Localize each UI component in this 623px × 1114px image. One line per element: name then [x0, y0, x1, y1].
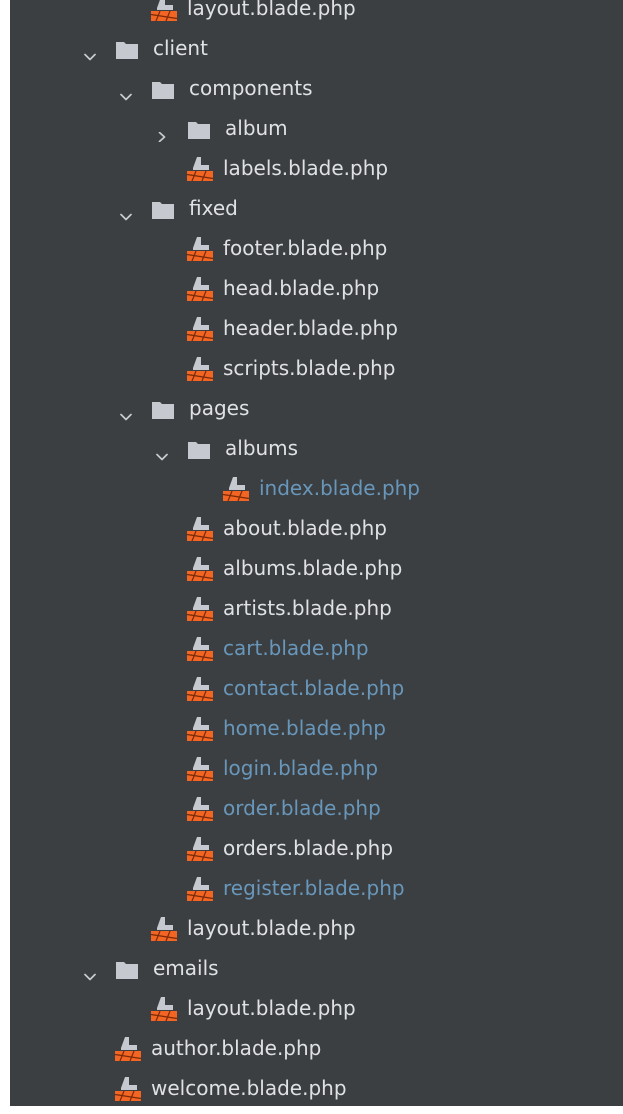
- folder-icon: [152, 80, 174, 104]
- chevron-down-icon[interactable]: [84, 963, 96, 981]
- tree-file-about-blade-php[interactable]: about.blade.php: [10, 508, 623, 548]
- tree-file-login-blade-php[interactable]: login.blade.php: [10, 748, 623, 788]
- blade-file-icon: [186, 636, 214, 667]
- file-name: labels.blade.php: [223, 156, 389, 180]
- tree-file-order-blade-php[interactable]: order.blade.php: [10, 788, 623, 828]
- blade-file-icon: [186, 356, 214, 387]
- tree-file-layout-blade-php[interactable]: layout.blade.php: [10, 908, 623, 948]
- blade-file-icon: [186, 756, 214, 787]
- file-name: about.blade.php: [223, 516, 387, 540]
- tree-folder-emails[interactable]: emails: [10, 948, 623, 988]
- file-name: albums.blade.php: [223, 556, 403, 580]
- chevron-down-icon[interactable]: [120, 403, 132, 421]
- tree-file-contact-blade-php[interactable]: contact.blade.php: [10, 668, 623, 708]
- blade-file-icon: [186, 316, 214, 347]
- file-name: login.blade.php: [223, 756, 379, 780]
- file-name: home.blade.php: [223, 716, 386, 740]
- file-name: order.blade.php: [223, 796, 381, 820]
- blade-file-icon: [186, 796, 214, 827]
- blade-file-icon: [150, 916, 178, 947]
- blade-file-icon: [114, 1076, 142, 1106]
- tree-file-head-blade-php[interactable]: head.blade.php: [10, 268, 623, 308]
- chevron-down-icon[interactable]: [120, 203, 132, 221]
- tree-file-artists-blade-php[interactable]: artists.blade.php: [10, 588, 623, 628]
- folder-icon: [152, 400, 174, 424]
- tree-file-cart-blade-php[interactable]: cart.blade.php: [10, 628, 623, 668]
- blade-file-icon: [186, 276, 214, 307]
- blade-file-icon: [222, 476, 250, 507]
- tree-folder-fixed[interactable]: fixed: [10, 188, 623, 228]
- file-name: footer.blade.php: [223, 236, 388, 260]
- tree-file-register-blade-php[interactable]: register.blade.php: [10, 868, 623, 908]
- blade-file-icon: [114, 1036, 142, 1067]
- blade-file-icon: [186, 676, 214, 707]
- project-file-tree: layout.blade.php client components album lab…: [10, 0, 623, 1106]
- tree-file-header-blade-php[interactable]: header.blade.php: [10, 308, 623, 348]
- tree-file-author-blade-php[interactable]: author.blade.php: [10, 1028, 623, 1068]
- tree-file-orders-blade-php[interactable]: orders.blade.php: [10, 828, 623, 868]
- file-name: layout.blade.php: [187, 996, 356, 1020]
- file-name: register.blade.php: [223, 876, 405, 900]
- folder-icon: [116, 40, 138, 64]
- file-name: head.blade.php: [223, 276, 380, 300]
- tree-file-albums-blade-php[interactable]: albums.blade.php: [10, 548, 623, 588]
- blade-file-icon: [150, 0, 178, 27]
- folder-name: emails: [153, 956, 219, 980]
- tree-folder-components[interactable]: components: [10, 68, 623, 108]
- folder-icon: [116, 960, 138, 984]
- chevron-down-icon[interactable]: [84, 43, 96, 61]
- file-name: contact.blade.php: [223, 676, 405, 700]
- tree-file-footer-blade-php[interactable]: footer.blade.php: [10, 228, 623, 268]
- blade-file-icon: [186, 556, 214, 587]
- blade-file-icon: [150, 996, 178, 1027]
- folder-name: pages: [189, 396, 250, 420]
- blade-file-icon: [186, 876, 214, 907]
- folder-name: client: [153, 36, 208, 60]
- blade-file-icon: [186, 716, 214, 747]
- tree-folder-albums[interactable]: albums: [10, 428, 623, 468]
- tree-file-layout-blade-php[interactable]: layout.blade.php: [10, 988, 623, 1028]
- folder-icon: [188, 120, 210, 144]
- file-name: header.blade.php: [223, 316, 398, 340]
- file-name: orders.blade.php: [223, 836, 394, 860]
- folder-name: fixed: [189, 196, 238, 220]
- folder-name: album: [225, 116, 288, 140]
- chevron-right-icon[interactable]: [156, 123, 168, 143]
- file-name: cart.blade.php: [223, 636, 369, 660]
- folder-icon: [152, 200, 174, 224]
- folder-name: albums: [225, 436, 299, 460]
- file-name: author.blade.php: [151, 1036, 322, 1060]
- blade-file-icon: [186, 156, 214, 187]
- blade-file-icon: [186, 836, 214, 867]
- tree-file-index-blade-php[interactable]: index.blade.php: [10, 468, 623, 508]
- folder-name: components: [189, 76, 313, 100]
- tree-folder-album[interactable]: album: [10, 108, 623, 148]
- file-name: artists.blade.php: [223, 596, 392, 620]
- tree-file-welcome-blade-php[interactable]: welcome.blade.php: [10, 1068, 623, 1106]
- chevron-down-icon[interactable]: [120, 83, 132, 101]
- tree-folder-client[interactable]: client: [10, 28, 623, 68]
- chevron-down-icon[interactable]: [156, 443, 168, 461]
- folder-icon: [188, 440, 210, 464]
- tree-folder-pages[interactable]: pages: [10, 388, 623, 428]
- file-name: index.blade.php: [259, 476, 421, 500]
- blade-file-icon: [186, 596, 214, 627]
- tree-file-labels-blade-php[interactable]: labels.blade.php: [10, 148, 623, 188]
- tree-file-home-blade-php[interactable]: home.blade.php: [10, 708, 623, 748]
- file-name: welcome.blade.php: [151, 1076, 347, 1100]
- file-name: layout.blade.php: [187, 916, 356, 940]
- tree-file-scripts-blade-php[interactable]: scripts.blade.php: [10, 348, 623, 388]
- tree-file-layout-blade-php[interactable]: layout.blade.php: [10, 0, 623, 28]
- file-name: scripts.blade.php: [223, 356, 396, 380]
- blade-file-icon: [186, 516, 214, 547]
- file-name: layout.blade.php: [187, 0, 356, 20]
- blade-file-icon: [186, 236, 214, 267]
